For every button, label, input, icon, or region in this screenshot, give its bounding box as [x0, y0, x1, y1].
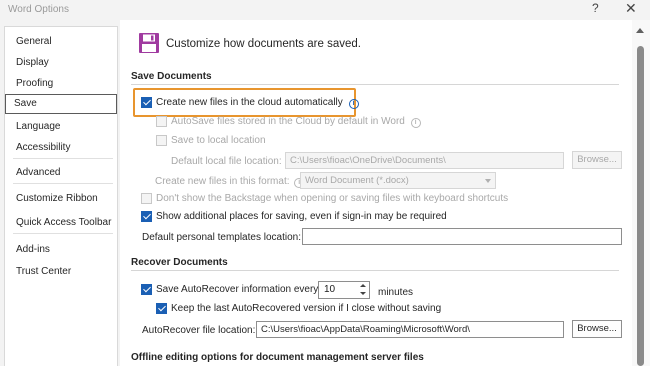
save-local-label: Save to local location	[171, 135, 266, 146]
spin-down-icon[interactable]	[360, 292, 366, 295]
autorecover-minutes-stepper[interactable]: 10	[318, 281, 370, 299]
vertical-scrollbar[interactable]	[632, 20, 650, 366]
info-icon: i	[410, 118, 421, 128]
sidebar-item-customize-ribbon[interactable]: Customize Ribbon	[7, 189, 117, 209]
create-cloud-label[interactable]: Create new files in the cloud automatica…	[156, 97, 359, 109]
section-divider	[131, 270, 619, 271]
autorecover-label[interactable]: Save AutoRecover information every	[156, 284, 318, 295]
spin-up-icon[interactable]	[360, 284, 366, 287]
autosave-label: AutoSave files stored in the Cloud by de…	[171, 116, 421, 128]
save-icon	[139, 33, 159, 53]
browse-local-button[interactable]: Browse...	[572, 151, 622, 169]
autorecover-location-label: AutoRecover file location:	[142, 325, 256, 336]
create-cloud-checkbox[interactable]	[141, 97, 152, 108]
minutes-label: minutes	[378, 287, 414, 298]
sidebar-divider	[13, 233, 113, 234]
keep-last-checkbox[interactable]	[156, 303, 167, 314]
autorecover-location-field[interactable]: C:\Users\fioac\AppData\Roaming\Microsoft…	[256, 321, 564, 338]
templates-location-label: Default personal templates location:	[142, 232, 301, 243]
help-button[interactable]: ?	[592, 1, 599, 15]
sidebar-item-trust-center[interactable]: Trust Center	[7, 262, 117, 282]
sidebar-divider	[13, 183, 113, 184]
additional-places-label[interactable]: Show additional places for saving, even …	[156, 211, 447, 222]
sidebar: General Display Proofing Save Language A…	[0, 20, 120, 366]
title-bar: Word Options ? ✕	[0, 0, 650, 20]
sidebar-item-accessibility[interactable]: Accessibility	[7, 138, 117, 158]
default-local-label: Default local file location:	[171, 156, 282, 167]
format-label-text: Create new files in this format:	[155, 176, 290, 187]
save-local-checkbox[interactable]	[156, 135, 167, 146]
scroll-thumb[interactable]	[637, 46, 644, 366]
additional-places-checkbox[interactable]	[141, 211, 152, 222]
sidebar-item-save[interactable]: Save	[5, 94, 117, 114]
autorecover-minutes-value: 10	[324, 284, 336, 295]
chevron-down-icon	[485, 179, 491, 183]
autosave-label-text: AutoSave files stored in the Cloud by de…	[171, 116, 405, 127]
section-divider	[131, 84, 619, 85]
autorecover-checkbox[interactable]	[141, 284, 152, 295]
browse-autorecover-button[interactable]: Browse...	[572, 320, 622, 338]
section-heading-save-documents: Save Documents	[131, 71, 212, 82]
format-select-value: Word Document (*.docx)	[305, 175, 409, 186]
page-header: Customize how documents are saved.	[166, 38, 361, 50]
format-label: Create new files in this format: i	[155, 176, 305, 188]
sidebar-item-proofing[interactable]: Proofing	[7, 74, 117, 94]
backstage-label: Don't show the Backstage when opening or…	[156, 193, 509, 204]
sidebar-list: General Display Proofing Save Language A…	[4, 26, 118, 366]
backstage-checkbox[interactable]	[141, 193, 152, 204]
info-icon[interactable]: i	[348, 99, 359, 109]
sidebar-item-language[interactable]: Language	[7, 117, 117, 137]
autosave-checkbox[interactable]	[156, 116, 167, 127]
create-cloud-label-text: Create new files in the cloud automatica…	[156, 97, 343, 108]
keep-last-label[interactable]: Keep the last AutoRecovered version if I…	[171, 303, 441, 314]
sidebar-divider	[13, 158, 113, 159]
scroll-up-icon[interactable]	[636, 28, 644, 33]
sidebar-item-general[interactable]: General	[7, 32, 117, 52]
close-button[interactable]: ✕	[625, 0, 637, 17]
sidebar-item-advanced[interactable]: Advanced	[7, 163, 117, 183]
format-select[interactable]: Word Document (*.docx)	[300, 172, 496, 189]
main-panel: Customize how documents are saved. Save …	[120, 20, 632, 366]
templates-location-field[interactable]	[302, 228, 622, 245]
sidebar-item-add-ins[interactable]: Add-ins	[7, 240, 117, 260]
sidebar-item-quick-access-toolbar[interactable]: Quick Access Toolbar	[7, 213, 117, 233]
section-heading-offline-editing: Offline editing options for document man…	[131, 352, 424, 363]
sidebar-item-display[interactable]: Display	[7, 53, 117, 73]
window-title: Word Options	[8, 4, 69, 15]
default-local-field[interactable]: C:\Users\fioac\OneDrive\Documents\	[285, 152, 564, 169]
section-heading-recover-documents: Recover Documents	[131, 257, 228, 268]
